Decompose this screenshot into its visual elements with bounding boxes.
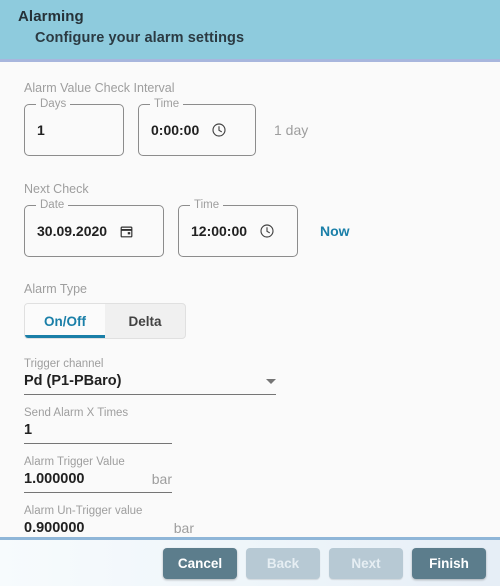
interval-time-label: Time [150,98,184,110]
next-check-date-field[interactable]: Date 30.09.2020 [24,199,164,257]
alarm-trigger-value-label: Alarm Trigger Value [24,456,125,468]
page-header: Alarming Configure your alarm settings [0,0,500,62]
alarm-untrigger-value-field[interactable]: Alarm Un-Trigger value 0.900000 bar [24,502,194,542]
interval-time-field[interactable]: Time 0:00:00 [138,98,256,156]
tab-on-off[interactable]: On/Off [25,304,105,338]
interval-time-value: 0:00:00 [151,122,200,138]
next-button: Next [329,547,403,579]
interval-days-label: Days [36,98,71,110]
chevron-down-icon[interactable] [266,379,276,384]
next-check-date-label: Date [36,199,69,211]
clock-icon[interactable] [211,122,227,138]
trigger-channel-label: Trigger channel [24,358,104,370]
alarm-trigger-value-value: 1.000000 [24,471,85,487]
send-alarm-x-times-value: 1 [24,422,33,438]
alarm-type-tab-group: On/Off Delta [24,303,186,339]
interval-summary: 1 day [274,122,309,138]
interval-days-value: 1 [37,122,45,138]
trigger-channel-field[interactable]: Trigger channel Pd (P1-PBaro) [24,355,276,395]
alarm-untrigger-value-unit: bar [173,520,194,536]
form-content: Alarm Value Check Interval Days 1 Time 0… [0,65,500,542]
next-check-time-value: 12:00:00 [191,223,248,239]
alarm-untrigger-value-label: Alarm Un-Trigger value [24,505,143,517]
next-check-time-label: Time [190,199,224,211]
page-subtitle: Configure your alarm settings [35,30,245,46]
wizard-footer: Cancel Back Next Finish [0,537,500,586]
page-title: Alarming [18,8,84,25]
now-link[interactable]: Now [320,223,350,239]
alarm-trigger-value-unit: bar [151,471,172,487]
tab-delta[interactable]: Delta [105,304,185,338]
alarm-type-section-label: Alarm Type [24,282,87,296]
send-alarm-x-times-field[interactable]: Send Alarm X Times 1 [24,404,172,444]
alarm-trigger-value-field[interactable]: Alarm Trigger Value 1.000000 bar [24,453,172,493]
calendar-icon[interactable] [119,224,134,239]
trigger-channel-value: Pd (P1-PBaro) [24,373,122,389]
send-alarm-x-times-label: Send Alarm X Times [24,407,129,419]
cancel-button[interactable]: Cancel [163,547,237,579]
interval-days-field[interactable]: Days 1 [24,98,124,156]
next-check-fields-row: Date 30.09.2020 Time 12:00:00 Now [24,199,500,257]
interval-section-label: Alarm Value Check Interval [24,81,175,95]
clock-icon[interactable] [259,223,275,239]
interval-fields-row: Days 1 Time 0:00:00 1 day [24,98,500,156]
finish-button[interactable]: Finish [412,547,486,579]
next-check-date-value: 30.09.2020 [37,223,108,239]
next-check-time-field[interactable]: Time 12:00:00 [178,199,298,257]
back-button: Back [246,547,320,579]
next-check-section-label: Next Check [24,182,89,196]
alarm-untrigger-value-value: 0.900000 [24,520,85,536]
